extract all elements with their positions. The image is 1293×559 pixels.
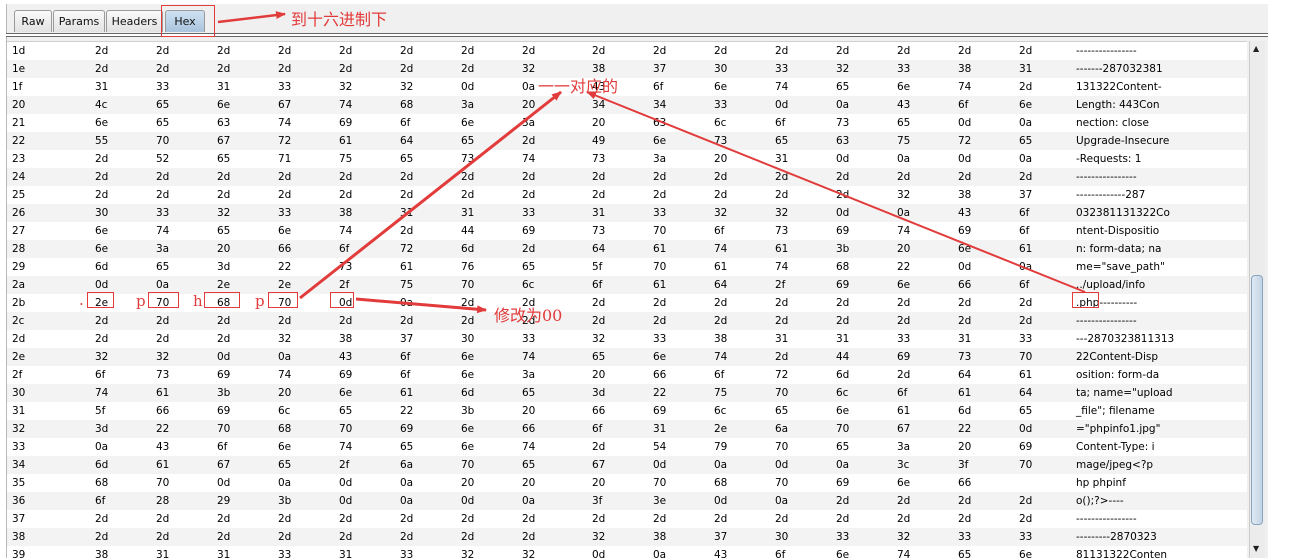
arrow-right-to-label: [586, 91, 1086, 293]
arrow-left-to-label: [299, 90, 562, 300]
arrow-to-hex: [217, 11, 286, 24]
annotation-arrows: [217, 11, 1086, 314]
arrow-to-00: [355, 297, 487, 314]
